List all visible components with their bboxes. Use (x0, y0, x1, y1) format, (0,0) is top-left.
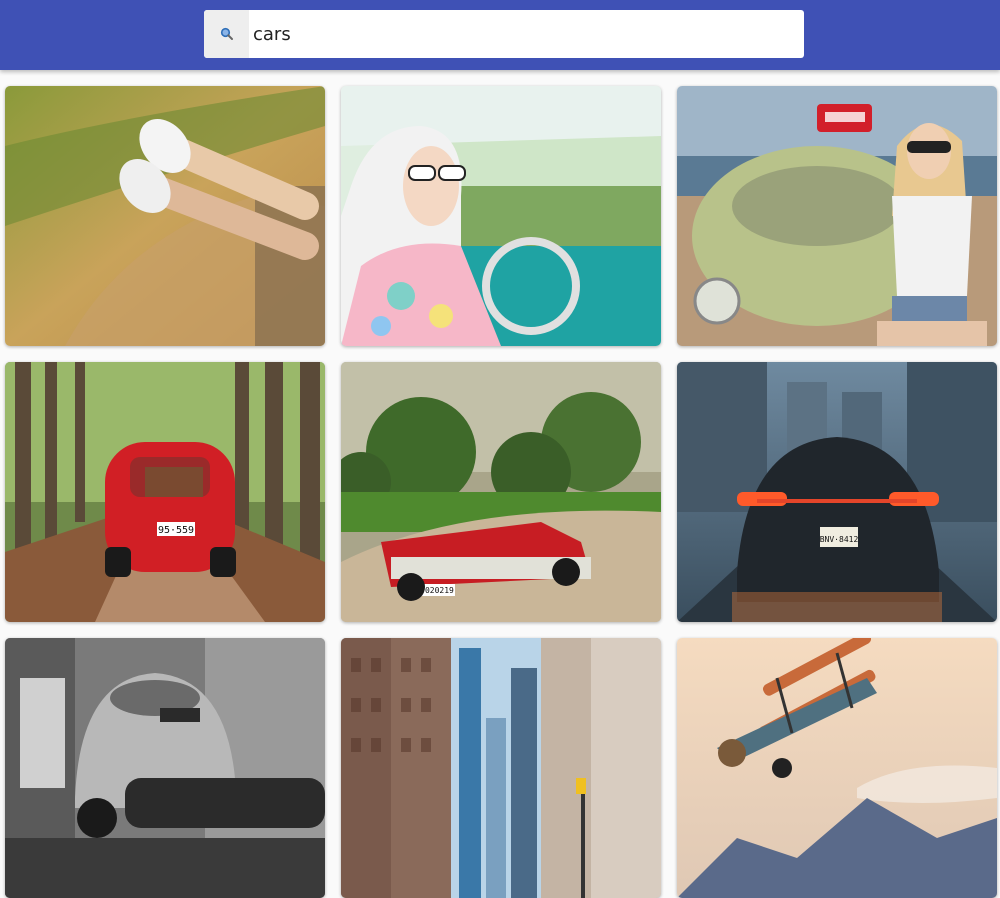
search-bar[interactable] (204, 10, 804, 58)
result-image[interactable] (677, 86, 997, 346)
result-image[interactable] (341, 638, 661, 898)
result-image[interactable]: F020219 (341, 362, 661, 622)
top-app-bar (0, 0, 1000, 70)
result-image[interactable] (5, 86, 325, 346)
plate-text: 95·559 (158, 525, 194, 536)
plate-text: F020219 (420, 586, 454, 595)
result-image[interactable] (341, 86, 661, 346)
result-image[interactable]: 95·559 (5, 362, 325, 622)
results-grid: 95·559 F020219 BNV·8412 (0, 0, 1000, 898)
result-image[interactable]: BNV·8412 (677, 362, 997, 622)
result-image[interactable] (5, 638, 325, 898)
search-icon[interactable] (204, 10, 249, 58)
result-image[interactable] (677, 638, 997, 898)
plate-text: BNV·8412 (820, 535, 859, 544)
search-input[interactable] (249, 10, 804, 58)
